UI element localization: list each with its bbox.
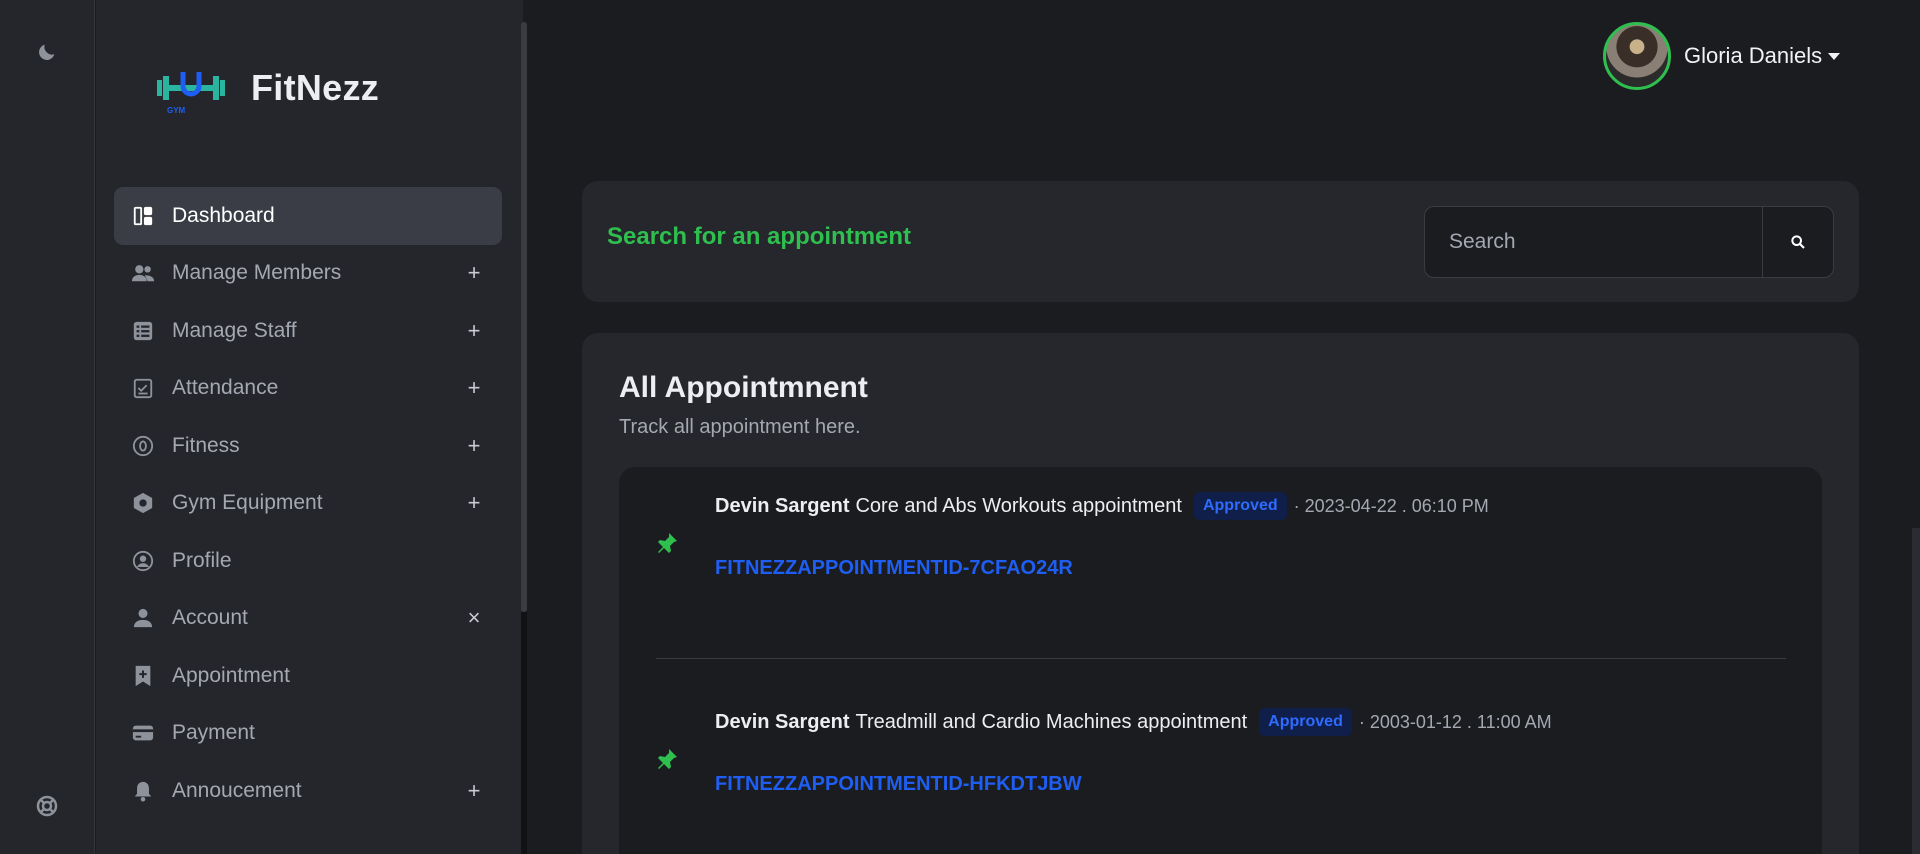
appointments-title: All Appointmnent	[619, 371, 868, 404]
search-title: Search for an appointment	[607, 223, 912, 250]
svg-text:GYM: GYM	[167, 106, 186, 115]
sidebar-item-dashboard[interactable]: Dashboard	[114, 187, 502, 245]
sidebar-item-account[interactable]: Account ×	[114, 590, 502, 648]
list-item: Devin Sargent Core and Abs Workouts appo…	[619, 467, 1822, 617]
profile-icon	[130, 548, 156, 574]
dashboard-icon	[130, 203, 156, 229]
expand-icon[interactable]: +	[464, 778, 484, 804]
expand-icon[interactable]: +	[464, 490, 484, 516]
sidebar-item-payment[interactable]: Payment	[114, 705, 502, 763]
member-name: Devin Sargent	[715, 710, 850, 733]
appointments-list: Devin Sargent Core and Abs Workouts appo…	[619, 467, 1822, 854]
search-icon	[1791, 235, 1805, 249]
list-item: Devin Sargent Treadmill and Cardio Machi…	[619, 683, 1822, 833]
sidebar-item-label: Appointment	[172, 663, 290, 687]
sidebar-item-attendance[interactable]: Attendance +	[114, 360, 502, 418]
search-button[interactable]	[1762, 206, 1834, 278]
search-group	[1424, 206, 1834, 278]
user-name: Gloria Daniels	[1684, 43, 1823, 68]
sidebar-item-label: Manage Members	[172, 261, 342, 285]
sidebar-nav: Dashboard Manage Members + Manage Staff …	[114, 187, 502, 820]
sidebar-item-label: Dashboard	[172, 203, 275, 227]
attendance-icon	[130, 375, 156, 401]
appointment-date: · 2003-01-12 . 11:00 AM	[1358, 711, 1552, 732]
fitness-icon	[130, 433, 156, 459]
sidebar-item-profile[interactable]: Profile	[114, 532, 502, 590]
appointments-card: All Appointmnent Track all appointment h…	[582, 333, 1859, 854]
lifebuoy-icon[interactable]	[33, 792, 61, 820]
status-badge: Approved	[1259, 708, 1352, 736]
sidebar-item-label: Fitness	[172, 433, 240, 457]
caret-down-icon	[1828, 52, 1841, 60]
search-input[interactable]	[1424, 206, 1762, 278]
expand-icon[interactable]: +	[464, 318, 484, 344]
moon-icon[interactable]	[33, 38, 61, 66]
expand-icon[interactable]: +	[464, 375, 484, 401]
expand-icon[interactable]: +	[464, 433, 484, 459]
sidebar-item-appointment[interactable]: Appointment	[114, 647, 502, 705]
avatar	[1603, 22, 1671, 90]
sidebar-item-label: Annoucement	[172, 778, 302, 802]
pin-icon	[658, 749, 677, 769]
brand[interactable]: GYM FitNezz	[155, 60, 379, 116]
sidebar-item-manage-staff[interactable]: Manage Staff +	[114, 302, 502, 360]
sidebar-item-label: Profile	[172, 548, 232, 572]
status-badge: Approved	[1193, 492, 1287, 520]
appointment-description: Treadmill and Cardio Machines appointmen…	[855, 710, 1248, 733]
sidebar-item-label: Gym Equipment	[172, 491, 323, 515]
pin-icon	[658, 533, 677, 553]
brand-name: FitNezz	[251, 67, 380, 108]
sidebar-item-label: Manage Staff	[172, 318, 297, 342]
appointment-description: Core and Abs Workouts appointment	[855, 494, 1182, 517]
sidebar-item-label: Account	[172, 606, 248, 630]
sidebar-item-fitness[interactable]: Fitness +	[114, 417, 502, 475]
payment-icon	[130, 720, 156, 746]
sidebar-item-manage-members[interactable]: Manage Members +	[114, 245, 502, 303]
expand-icon[interactable]: +	[464, 260, 484, 286]
member-name: Devin Sargent	[715, 494, 850, 517]
appointments-subtitle: Track all appointment here.	[619, 416, 861, 438]
divider	[656, 658, 1786, 659]
sidebar-item-label: Payment	[172, 721, 255, 745]
search-card: Search for an appointment	[582, 181, 1859, 302]
icon-rail	[0, 0, 95, 854]
sidebar-item-gym-equipment[interactable]: Gym Equipment +	[114, 475, 502, 533]
staff-icon	[130, 318, 156, 344]
bell-icon	[130, 778, 156, 804]
dumbbell-logo-icon: GYM	[155, 60, 227, 116]
collapse-icon[interactable]: ×	[464, 605, 484, 631]
appointment-id-link[interactable]: FITNEZZAPPOINTMENTID-7CFAO24R	[715, 557, 1073, 580]
sidebar-scrollbar-track	[521, 612, 527, 854]
sidebar-item-label: Attendance	[172, 376, 279, 400]
user-menu[interactable]: Gloria Daniels	[1603, 22, 1841, 90]
members-icon	[130, 260, 156, 286]
appointment-icon	[130, 663, 156, 689]
account-icon	[130, 605, 156, 631]
appointment-date: · 2023-04-22 . 06:10 PM	[1293, 495, 1489, 516]
equipment-icon	[130, 490, 156, 516]
sidebar-scrollbar-thumb[interactable]	[521, 22, 527, 612]
sidebar-item-annoucement[interactable]: Annoucement +	[114, 762, 502, 820]
page-scrollbar[interactable]	[1912, 528, 1920, 854]
appointment-id-link[interactable]: FITNEZZAPPOINTMENTID-HFKDTJBW	[715, 773, 1082, 796]
